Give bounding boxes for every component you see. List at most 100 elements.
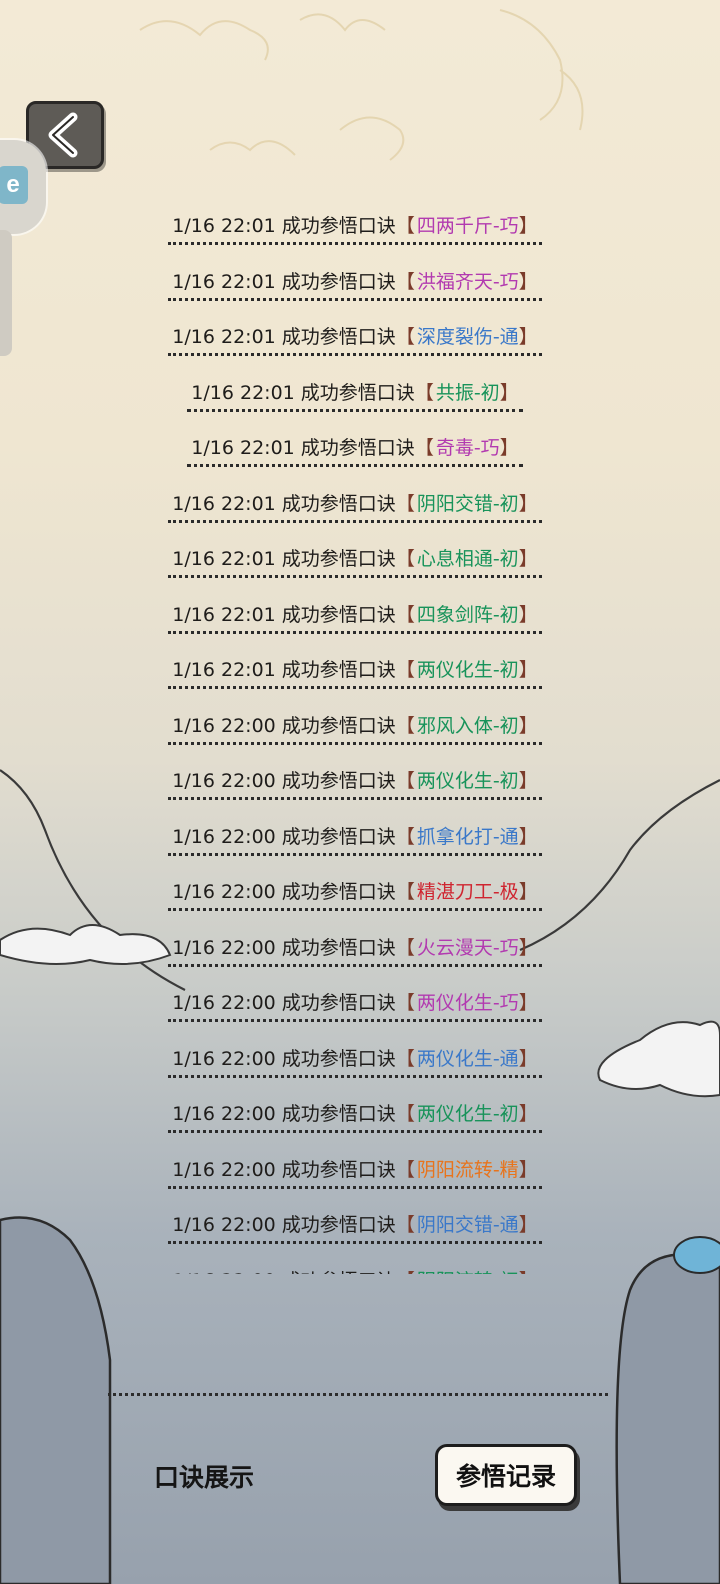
side-widget[interactable]: e bbox=[0, 140, 46, 234]
record-entry: 1/16 22:00 成功参悟口诀【 阴阳流转-精】 bbox=[168, 1155, 542, 1189]
bracket-close: 】 bbox=[518, 548, 538, 570]
bracket-open: 【 bbox=[395, 714, 415, 737]
tab-comprehension-record-label: 参悟记录 bbox=[455, 1462, 556, 1491]
bracket-close: 】 bbox=[518, 215, 538, 237]
record-skill-name: 四象剑阵-初 bbox=[416, 603, 519, 626]
record-entry: 1/16 22:00 成功参悟口诀【 精湛刀工-极】 bbox=[168, 877, 542, 911]
bracket-close: 】 bbox=[518, 881, 538, 903]
record-entry: 1/16 22:00 成功参悟口诀【 两仪化生-初】 bbox=[168, 766, 542, 800]
bracket-open: 【 bbox=[414, 381, 434, 404]
bracket-open: 【 bbox=[395, 326, 415, 348]
bracket-close: 】 bbox=[518, 1158, 538, 1181]
record-row: 1/16 22:00 成功参悟口诀【 精湛刀工-极】 bbox=[150, 864, 560, 920]
record-message: 成功参悟口诀 bbox=[281, 936, 396, 959]
record-message: 成功参悟口诀 bbox=[281, 492, 396, 515]
record-skill-name: 两仪化生-初 bbox=[416, 770, 519, 792]
bracket-close: 】 bbox=[518, 770, 538, 792]
record-message: 成功参悟口诀 bbox=[281, 770, 396, 792]
record-time: 1/16 22:00 bbox=[172, 825, 276, 848]
record-time: 1/16 22:01 bbox=[172, 326, 276, 348]
record-list[interactable]: 1/16 22:01 成功参悟口诀【 四两千斤-巧】 1/16 22:01 成功参悟… bbox=[150, 198, 560, 1274]
record-time: 1/16 22:00 bbox=[172, 1214, 276, 1236]
record-skill-name: 精湛刀工-极 bbox=[416, 881, 519, 903]
bracket-close: 】 bbox=[518, 1214, 538, 1236]
record-time: 1/16 22:00 bbox=[172, 1047, 276, 1070]
record-entry: 1/16 22:00 成功参悟口诀【 两仪化生-通】 bbox=[168, 1044, 542, 1078]
side-drawer-handle[interactable] bbox=[0, 230, 12, 356]
record-row: 1/16 22:01 成功参悟口诀【 深度裂伤-通】 bbox=[150, 309, 560, 365]
record-row: 1/16 22:01 成功参悟口诀【 共振-初】 bbox=[150, 365, 560, 421]
record-time: 1/16 22:00 bbox=[172, 936, 276, 959]
bracket-open: 【 bbox=[395, 936, 415, 959]
record-entry: 1/16 22:00 成功参悟口诀【 阴阳交错-通】 bbox=[168, 1210, 542, 1244]
record-time: 1/16 22:00 bbox=[172, 770, 276, 792]
record-message: 成功参悟口诀 bbox=[281, 659, 396, 681]
record-skill-name: 两仪化生-巧 bbox=[416, 992, 519, 1014]
record-skill-name: 深度裂伤-通 bbox=[416, 326, 519, 348]
record-skill-name: 邪风入体-初 bbox=[416, 714, 519, 737]
record-time: 1/16 22:01 bbox=[172, 603, 276, 626]
record-skill-name: 阴阳流转-初 bbox=[417, 1270, 519, 1275]
record-skill-name: 四两千斤-巧 bbox=[416, 215, 519, 237]
bracket-close: 】 bbox=[499, 437, 519, 459]
record-skill-name: 共振-初 bbox=[435, 381, 500, 404]
side-widget-icon: e bbox=[0, 166, 28, 204]
record-message: 成功参悟口诀 bbox=[281, 1214, 396, 1236]
record-message: 成功参悟口诀 bbox=[281, 881, 396, 903]
footer-divider bbox=[108, 1393, 608, 1396]
record-message: 成功参悟口诀 bbox=[300, 381, 415, 404]
bracket-open: 【 bbox=[395, 1047, 415, 1070]
record-row: 1/16 22:01 成功参悟口诀【 阴阳交错-初】 bbox=[150, 476, 560, 532]
bracket-open: 【 bbox=[395, 1214, 415, 1236]
bracket-close: 】 bbox=[518, 992, 538, 1014]
record-row: 1/16 22:00 成功参悟口诀【 火云漫天-巧】 bbox=[150, 920, 560, 976]
bracket-open: 【 bbox=[395, 1103, 415, 1125]
record-entry: 1/16 22:01 成功参悟口诀【 四象剑阵-初】 bbox=[168, 600, 542, 634]
bracket-close: 】 bbox=[518, 1047, 538, 1070]
record-message: 成功参悟口诀 bbox=[281, 1158, 396, 1181]
record-time: 1/16 22:00 bbox=[172, 992, 276, 1014]
record-row: 1/16 22:01 成功参悟口诀【 奇毒-巧】 bbox=[150, 420, 560, 476]
record-skill-name: 阴阳流转-精 bbox=[416, 1158, 519, 1181]
record-time: 1/16 22:00 bbox=[172, 1270, 275, 1275]
record-entry: 1/16 22:01 成功参悟口诀【 奇毒-巧】 bbox=[187, 433, 523, 467]
record-time: 1/16 22:00 bbox=[172, 881, 276, 903]
bracket-close: 】 bbox=[518, 603, 538, 626]
record-message: 成功参悟口诀 bbox=[281, 1047, 396, 1070]
record-entry: 1/16 22:01 成功参悟口诀【 深度裂伤-通】 bbox=[168, 322, 542, 356]
record-message: 成功参悟口诀 bbox=[281, 714, 396, 737]
bracket-close: 】 bbox=[518, 825, 538, 848]
bracket-open: 【 bbox=[395, 270, 415, 293]
bracket-close: 】 bbox=[518, 326, 538, 348]
record-message: 成功参悟口诀 bbox=[281, 215, 396, 237]
record-entry: 1/16 22:01 成功参悟口诀【 阴阳交错-初】 bbox=[168, 489, 542, 523]
record-row: 1/16 22:00 成功参悟口诀【 阴阳交错-通】 bbox=[150, 1197, 560, 1253]
record-entry: 1/16 22:00 成功参悟口诀【 邪风入体-初】 bbox=[168, 711, 542, 745]
bracket-open: 【 bbox=[395, 881, 415, 903]
record-time: 1/16 22:01 bbox=[191, 381, 295, 404]
record-time: 1/16 22:01 bbox=[172, 215, 276, 237]
record-row: 1/16 22:00 成功参悟口诀【 两仪化生-初】 bbox=[150, 753, 560, 809]
record-time: 1/16 22:01 bbox=[172, 659, 276, 681]
bracket-open: 【 bbox=[395, 1158, 415, 1181]
tab-mantra-display[interactable]: 口诀展示 bbox=[154, 1458, 254, 1494]
record-row: 1/16 22:01 成功参悟口诀【 四象剑阵-初】 bbox=[150, 587, 560, 643]
record-row: 1/16 22:00 成功参悟口诀【 两仪化生-巧】 bbox=[150, 975, 560, 1031]
tab-comprehension-record[interactable]: 参悟记录 bbox=[435, 1444, 577, 1506]
record-row: 1/16 22:00 成功参悟口诀【 两仪化生-通】 bbox=[150, 1031, 560, 1087]
bracket-open: 【 bbox=[395, 215, 415, 237]
record-row: 1/16 22:01 成功参悟口诀【 四两千斤-巧】 bbox=[150, 198, 560, 254]
chevron-left-icon bbox=[48, 112, 78, 158]
record-skill-name: 两仪化生-初 bbox=[416, 659, 519, 681]
record-row: 1/16 22:01 成功参悟口诀【 心息相通-初】 bbox=[150, 531, 560, 587]
bracket-close: 】 bbox=[519, 1270, 538, 1275]
bracket-open: 【 bbox=[395, 548, 415, 570]
bracket-open: 【 bbox=[395, 825, 415, 848]
bracket-open: 【 bbox=[395, 992, 415, 1014]
bracket-close: 】 bbox=[518, 492, 538, 515]
record-skill-name: 奇毒-巧 bbox=[435, 437, 500, 459]
record-message: 成功参悟口诀 bbox=[281, 548, 396, 570]
record-entry: 1/16 22:00 成功参悟口诀【 两仪化生-巧】 bbox=[168, 988, 542, 1022]
record-row: 1/16 22:00 成功参悟口诀【 邪风入体-初】 bbox=[150, 698, 560, 754]
record-message: 成功参悟口诀 bbox=[281, 603, 396, 626]
